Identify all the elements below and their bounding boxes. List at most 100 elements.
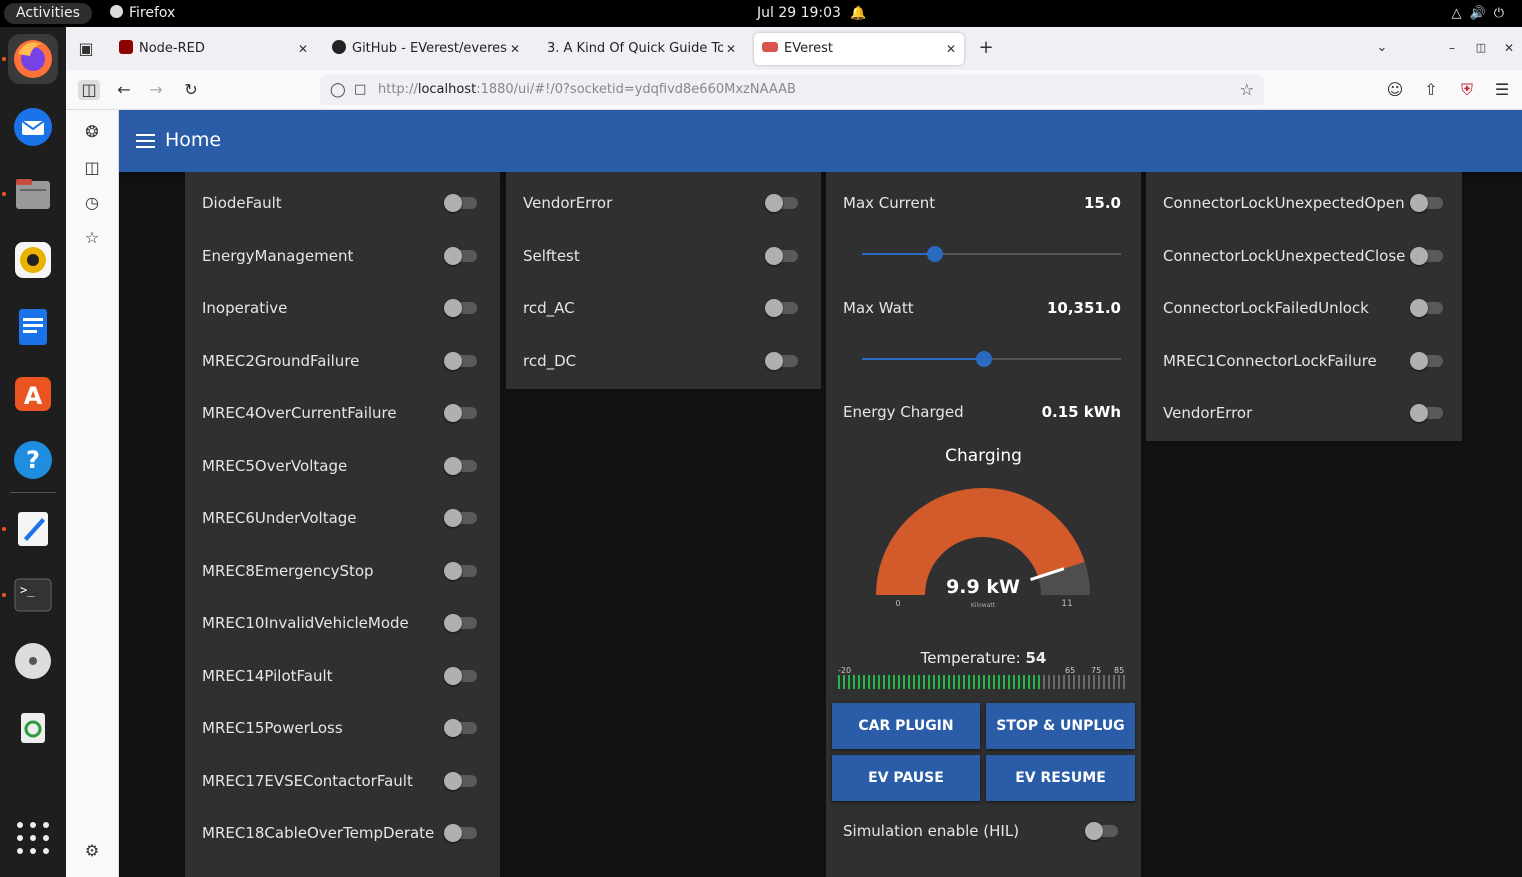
switch-label: VendorError	[1163, 404, 1253, 422]
minimize-icon[interactable]: –	[1444, 38, 1460, 58]
switch-toggle[interactable]	[1410, 404, 1444, 422]
activities-button[interactable]: Activities	[4, 3, 92, 24]
tab-close-icon[interactable]: ✕	[506, 33, 520, 65]
switch-toggle[interactable]	[444, 509, 478, 527]
switch-row: VendorError	[1146, 387, 1462, 439]
switch-toggle[interactable]	[765, 351, 799, 370]
temperature-level-bar	[838, 675, 1125, 689]
tab-github[interactable]: GitHub - EVerest/everest ✕	[324, 33, 528, 65]
switch-toggle[interactable]	[444, 299, 478, 317]
bookmark-star-icon[interactable]: ☆	[1240, 75, 1254, 105]
ai-chat-icon[interactable]: ❂	[82, 122, 102, 142]
switch-toggle[interactable]	[444, 719, 478, 737]
tab-close-icon[interactable]: ✕	[946, 33, 956, 65]
tab-quick-guide[interactable]: 3. A Kind Of Quick Guide To ✕	[539, 33, 744, 65]
slider-thumb[interactable]	[926, 246, 943, 262]
history-icon[interactable]: ◷	[82, 193, 102, 213]
ev-pause-button[interactable]: EV PAUSE	[832, 755, 980, 801]
temperature-segment	[968, 675, 970, 689]
rhythmbox-icon[interactable]	[8, 235, 58, 285]
system-tray[interactable]: △🔊⏻	[1452, 0, 1512, 27]
switch-toggle[interactable]	[1410, 194, 1444, 212]
temperature-segment	[928, 675, 930, 689]
switch-row: VendorError	[506, 177, 821, 229]
switch-toggle[interactable]	[444, 456, 478, 475]
slider-thumb[interactable]	[975, 351, 992, 367]
stop-unplug-button[interactable]: STOP & UNPLUG	[986, 703, 1135, 749]
power-gauge: 9.9 kW Kilowatt 0 11	[876, 488, 1090, 609]
temperature-segment	[898, 675, 900, 689]
writer-icon[interactable]	[8, 302, 58, 352]
clock[interactable]: Jul 29 19:03	[757, 0, 841, 27]
tab-label: EVerest	[784, 41, 834, 56]
tab-everest[interactable]: EVerest ✕	[754, 33, 964, 65]
switch-toggle[interactable]	[444, 824, 478, 842]
switch-toggle[interactable]	[444, 194, 478, 212]
switch-label: EnergyManagement	[202, 246, 354, 265]
software-icon[interactable]: A	[8, 368, 58, 418]
sidebar-toggle-icon[interactable]: ◫	[78, 80, 100, 100]
running-indicator	[2, 192, 6, 196]
max-current-slider[interactable]	[862, 246, 1121, 262]
menu-icon[interactable]: ☰	[1491, 80, 1513, 100]
restore-icon[interactable]: ◫	[1473, 38, 1489, 58]
ev-resume-button[interactable]: EV RESUME	[986, 755, 1135, 801]
close-window-icon[interactable]: ✕	[1501, 38, 1517, 58]
help-icon[interactable]: ?	[8, 435, 58, 485]
switch-toggle[interactable]	[1410, 299, 1444, 317]
network-icon: △	[1451, 6, 1470, 21]
firefox-icon[interactable]	[8, 34, 58, 84]
switch-toggle[interactable]	[444, 561, 478, 580]
temperature-readout: Temperature: 54	[826, 649, 1141, 667]
switch-toggle[interactable]	[444, 771, 478, 790]
github-favicon-icon	[332, 40, 346, 54]
switch-label: Selftest	[523, 246, 580, 265]
firefox-view-icon[interactable]: ▣	[76, 39, 96, 59]
files-icon[interactable]	[8, 169, 58, 219]
switch-toggle[interactable]	[765, 246, 799, 265]
synced-tabs-icon[interactable]: ◫	[82, 158, 102, 178]
list-tabs-icon[interactable]: ⌄	[1372, 38, 1392, 58]
account-icon[interactable]: ☺	[1384, 80, 1406, 100]
max-watt-slider[interactable]	[862, 351, 1121, 367]
bookmarks-icon[interactable]: ☆	[82, 228, 102, 248]
ublock-icon[interactable]: ⛨	[1456, 80, 1478, 100]
switch-toggle[interactable]	[444, 246, 478, 265]
trash-icon[interactable]	[8, 702, 58, 752]
temperature-segment	[1033, 675, 1035, 689]
new-tab-icon[interactable]: +	[976, 38, 996, 58]
terminal-icon[interactable]: >_	[8, 570, 58, 620]
tab-close-icon[interactable]: ✕	[298, 33, 308, 65]
switch-toggle[interactable]	[444, 614, 478, 632]
tab-close-icon[interactable]: ✕	[722, 33, 736, 65]
switch-label: Inoperative	[202, 299, 288, 317]
temperature-segment	[848, 675, 850, 689]
disc-icon[interactable]	[8, 636, 58, 686]
charging-status: Charging	[945, 446, 1022, 466]
tab-node-red[interactable]: Node-RED ✕	[111, 33, 316, 65]
shield-icon[interactable]: ◯	[330, 75, 346, 105]
text-editor-icon[interactable]	[8, 504, 58, 554]
car-plugin-button[interactable]: CAR PLUGIN	[832, 703, 980, 749]
app-menu[interactable]: Firefox	[110, 0, 175, 27]
switch-toggle[interactable]	[1410, 246, 1444, 265]
forward-icon[interactable]: →	[146, 80, 166, 100]
reload-icon[interactable]: ↻	[181, 80, 201, 100]
temperature-segment	[913, 675, 915, 689]
url-bar[interactable]: ◯ □ http://localhost:1880/ui/#!/0?socket…	[320, 75, 1264, 105]
switch-toggle[interactable]	[1410, 351, 1444, 370]
switch-toggle[interactable]	[765, 299, 799, 317]
thunderbird-icon[interactable]	[8, 102, 58, 152]
switch-toggle[interactable]	[765, 194, 799, 212]
extensions-icon[interactable]: ⇧	[1420, 80, 1442, 100]
switch-row: MREC1ConnectorLockFailure	[1146, 335, 1462, 387]
sidebar-settings-icon[interactable]: ⚙	[82, 841, 102, 861]
show-apps-icon[interactable]	[17, 822, 49, 854]
hamburger-icon[interactable]	[136, 134, 155, 149]
switch-toggle[interactable]	[444, 404, 478, 422]
simulation-toggle[interactable]	[1085, 822, 1119, 840]
temperature-segment	[1018, 675, 1020, 689]
back-icon[interactable]: ←	[114, 80, 134, 100]
switch-toggle[interactable]	[444, 666, 478, 685]
switch-toggle[interactable]	[444, 351, 478, 370]
